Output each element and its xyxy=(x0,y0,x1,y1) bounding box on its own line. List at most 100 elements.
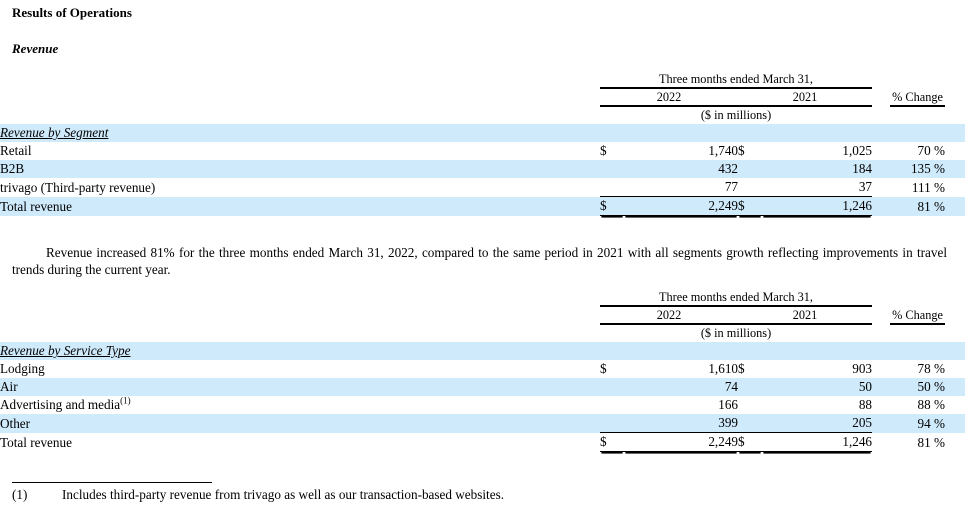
row-pad xyxy=(945,142,965,160)
row-pct-change: 135 % xyxy=(890,160,946,178)
revenue-narrative-paragraph: Revenue increased 81% for the three mont… xyxy=(12,245,947,277)
units-row-pad xyxy=(945,106,965,124)
units-row-pct xyxy=(890,106,945,124)
row-currency-2022 xyxy=(600,178,624,197)
table-row: Other 399 205 94 % xyxy=(0,414,965,433)
header-spacer xyxy=(0,290,600,306)
row-gap xyxy=(872,360,890,378)
row-value-2021: 1,025 xyxy=(842,143,873,158)
row-gap xyxy=(872,396,890,414)
column-header-pct-change: % Change xyxy=(890,88,946,107)
row-pad xyxy=(945,178,965,197)
year-row-pad xyxy=(945,88,965,106)
total-value-2021: 1,246 xyxy=(762,196,873,216)
row-value-2022: 1,740 xyxy=(708,143,738,158)
row-currency-2022 xyxy=(600,396,624,414)
row-value-2022: 77 xyxy=(724,179,738,194)
total-gap xyxy=(872,433,890,452)
row-gap xyxy=(872,160,891,178)
group-row-pad xyxy=(945,124,965,142)
row-value-2021: 88 xyxy=(858,397,873,412)
row-currency-2021 xyxy=(738,396,762,414)
table-row: Retail $ 1,740 $ 1,025 70 % xyxy=(0,142,965,160)
header-gap xyxy=(872,72,890,88)
table-header-span-row: Three months ended March 31, xyxy=(0,290,965,307)
row-value-2021: 37 xyxy=(858,179,873,194)
row-gap xyxy=(872,142,890,160)
year-row-gap xyxy=(872,88,890,106)
units-row-pad xyxy=(945,324,965,342)
footnote-marker: (1) xyxy=(120,395,131,406)
header-spacer xyxy=(0,72,600,88)
total-currency-2022: $ xyxy=(600,432,624,452)
period-header: Three months ended March 31, xyxy=(600,290,873,307)
row-pad xyxy=(945,360,965,378)
revenue-by-segment-table: Three months ended March 31, 2022 2021 %… xyxy=(0,72,965,216)
header-pct-spacer xyxy=(890,72,945,88)
revenue-by-service-type-table: Three months ended March 31, 2022 2021 %… xyxy=(0,290,965,452)
row-value-2022: 1,610 xyxy=(708,361,738,376)
group-row-cur1 xyxy=(600,124,624,142)
group-row-pct xyxy=(890,124,946,142)
row-value-2021: 50 xyxy=(762,378,873,396)
row-label: Retail xyxy=(0,143,32,158)
table-header-year-row: 2022 2021 % Change xyxy=(0,88,965,107)
column-header-2021: 2021 xyxy=(738,306,873,325)
total-value-2022: 2,249 xyxy=(624,432,738,452)
group-header-row: Revenue by Service Type xyxy=(0,342,965,360)
group-row-cur1 xyxy=(600,342,624,360)
group-row-num1 xyxy=(624,124,738,142)
row-label: Lodging xyxy=(0,361,45,376)
group-row-num1 xyxy=(624,342,738,360)
row-currency-2022 xyxy=(600,160,624,178)
row-currency-2022 xyxy=(600,414,624,433)
total-value-2021: 1,246 xyxy=(762,432,873,452)
total-row: Total revenue $ 2,249 $ 1,246 81 % xyxy=(0,432,965,452)
row-value-2022: 166 xyxy=(718,397,738,412)
column-header-2021: 2021 xyxy=(738,88,873,107)
table-row: trivago (Third-party revenue) 77 37 111 … xyxy=(0,178,965,197)
total-label: Total revenue xyxy=(0,434,72,450)
group-row-num2 xyxy=(762,124,873,142)
row-value-2021: 184 xyxy=(762,160,873,178)
row-pct-change: 94 % xyxy=(890,414,946,433)
table-row: Advertising and media(1) 166 88 88 % xyxy=(0,396,965,414)
group-row-cur2 xyxy=(738,124,762,142)
row-currency-2022 xyxy=(600,378,624,396)
group-label-revenue-by-segment: Revenue by Segment xyxy=(0,124,600,142)
units-row-spacer xyxy=(0,324,600,342)
row-currency-2021 xyxy=(738,160,762,178)
column-header-2022: 2022 xyxy=(600,88,738,107)
footnote-marker-label: (1) xyxy=(12,487,28,502)
table-header-span-row: Three months ended March 31, xyxy=(0,72,965,89)
table-units-row: ($ in millions) xyxy=(0,324,965,342)
total-pad xyxy=(945,196,965,216)
row-label-cell: Lodging xyxy=(0,360,600,378)
table-row: Air 74 50 50 % xyxy=(0,378,965,396)
group-row-pct xyxy=(890,342,946,360)
year-row-spacer xyxy=(0,306,600,324)
row-gap xyxy=(872,378,891,396)
period-header: Three months ended March 31, xyxy=(600,72,873,89)
year-row-gap xyxy=(872,306,890,324)
row-pad xyxy=(945,378,965,396)
total-pct-change: 81 % xyxy=(890,196,946,216)
page-title: Results of Operations xyxy=(12,5,132,20)
group-label-text: Revenue by Service Type xyxy=(0,343,131,358)
revenue-subheading: Revenue xyxy=(12,41,59,56)
column-header-pct-change: % Change xyxy=(890,306,946,325)
row-currency-2021 xyxy=(738,178,762,197)
document-page: Results of Operations Revenue Three mont… xyxy=(0,0,965,507)
total-currency-2022: $ xyxy=(600,196,624,216)
row-pct-change: 78 % xyxy=(917,361,946,376)
footnote-text: Includes third-party revenue from trivag… xyxy=(62,487,505,502)
header-pct-spacer xyxy=(890,290,945,306)
row-pct-change: 111 % xyxy=(911,179,946,195)
row-value-2021: 205 xyxy=(762,414,873,433)
group-row-gap xyxy=(872,124,891,142)
total-currency-2021: $ xyxy=(738,432,762,452)
table-header-year-row: 2022 2021 % Change xyxy=(0,306,965,325)
column-header-2022: 2022 xyxy=(600,306,738,325)
row-currency-2021: $ xyxy=(738,361,745,376)
row-label: Advertising and media xyxy=(0,397,121,412)
